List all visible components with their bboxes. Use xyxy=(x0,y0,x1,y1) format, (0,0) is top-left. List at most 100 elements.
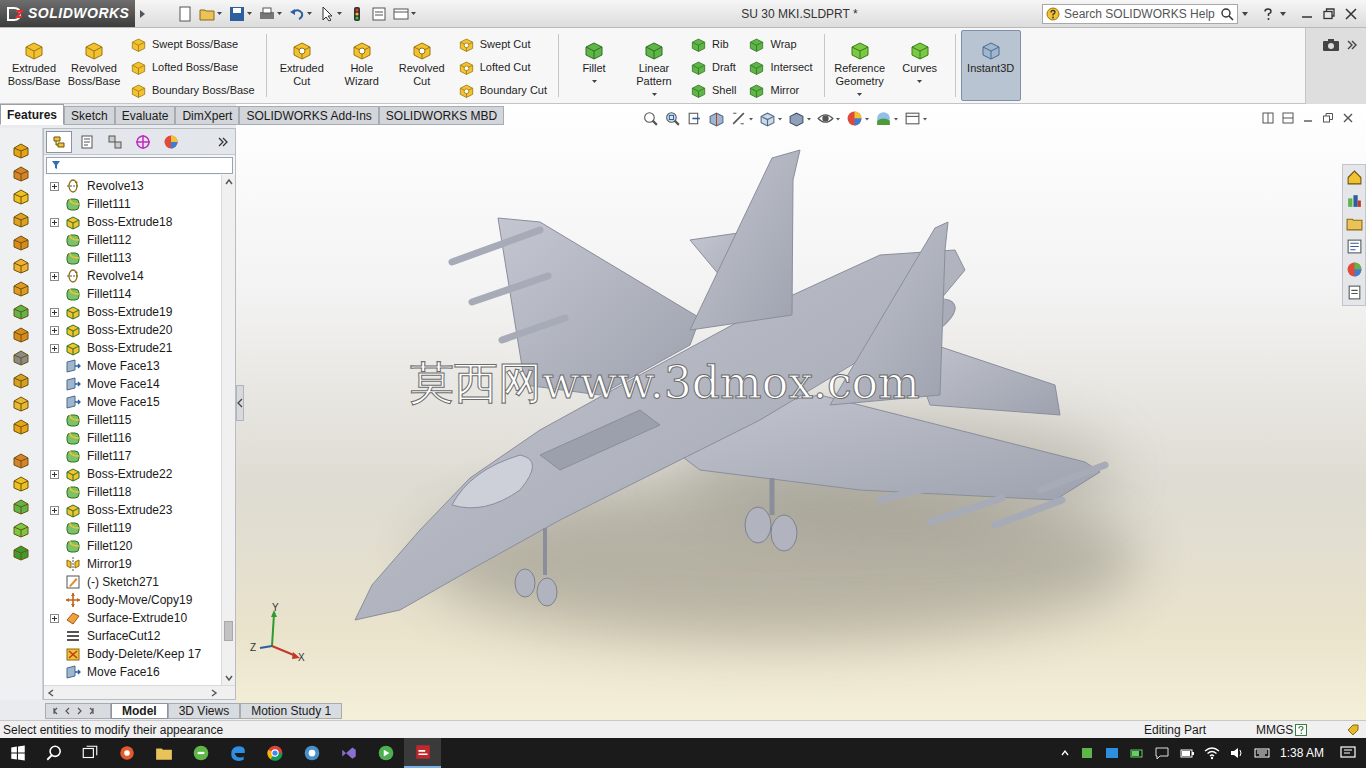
tray-battery-app-icon[interactable] xyxy=(1129,745,1145,761)
tree-item[interactable]: Fillet119 xyxy=(44,519,221,537)
shortcut-tool-icon[interactable] xyxy=(12,521,30,539)
file-properties-icon[interactable] xyxy=(371,6,387,22)
expand-toggle[interactable] xyxy=(50,344,59,353)
tree-item[interactable]: Fillet116 xyxy=(44,429,221,447)
home-icon[interactable] xyxy=(1346,169,1363,186)
doc-minimize-icon[interactable] xyxy=(1302,112,1314,124)
display-style-icon[interactable] xyxy=(788,110,805,127)
print-icon[interactable] xyxy=(259,6,275,22)
zoom-to-fit-icon[interactable] xyxy=(642,110,659,127)
view-settings-icon[interactable] xyxy=(904,110,921,127)
shortcut-tool-icon[interactable] xyxy=(12,372,30,390)
ribbon-button[interactable]: Fillet xyxy=(564,30,624,101)
ribbon-button[interactable]: Revolved Boss/Base xyxy=(64,30,124,101)
menu-arrow-icon[interactable] xyxy=(137,8,147,20)
tree-item[interactable]: (-) Sketch271 xyxy=(44,573,221,591)
tree-item[interactable]: Fillet113 xyxy=(44,249,221,267)
ribbon-small-button[interactable]: Lofted Boss/Base xyxy=(127,56,258,79)
wifi-icon[interactable] xyxy=(1204,745,1220,761)
tab-nav-arrow-icon[interactable] xyxy=(88,706,98,716)
search-dropdown-icon[interactable] xyxy=(1240,9,1250,19)
horizontal-scrollbar[interactable] xyxy=(44,685,235,699)
ribbon-small-button[interactable]: Boundary Cut xyxy=(455,79,550,102)
task-view-icon[interactable] xyxy=(81,744,99,762)
volume-icon[interactable] xyxy=(1229,745,1245,761)
appearances-icon[interactable] xyxy=(1346,261,1363,278)
expand-chevron-icon[interactable] xyxy=(1346,38,1358,52)
toolbar-dropdown-icon[interactable] xyxy=(246,10,253,17)
ribbon-small-button[interactable]: Wrap xyxy=(745,33,815,56)
shortcut-tool-icon[interactable] xyxy=(12,142,30,160)
dropdown-caret-icon[interactable] xyxy=(591,78,598,85)
tab-nav-arrow-icon[interactable] xyxy=(75,706,85,716)
ribbon-button[interactable]: Extruded Boss/Base xyxy=(4,30,64,101)
circle-app-icon[interactable] xyxy=(303,744,321,762)
aircraft-model[interactable] xyxy=(236,104,1366,720)
previous-view-icon[interactable] xyxy=(686,110,703,127)
command-tab[interactable]: DimXpert xyxy=(175,106,239,125)
tree-item[interactable]: Move Face15 xyxy=(44,393,221,411)
tree-item[interactable]: Boss-Extrude20 xyxy=(44,321,221,339)
command-tab[interactable]: Features xyxy=(0,104,64,125)
view-split-icon[interactable] xyxy=(1282,112,1294,124)
shortcut-tool-icon[interactable] xyxy=(12,475,30,493)
headsup-dropdown-icon[interactable] xyxy=(864,116,870,122)
custom-properties-icon[interactable] xyxy=(1346,284,1363,301)
tree-item[interactable]: Fillet111 xyxy=(44,195,221,213)
command-tab[interactable]: SOLIDWORKS Add-Ins xyxy=(239,106,378,125)
command-tab[interactable]: Sketch xyxy=(64,106,115,125)
tree-item[interactable]: Body-Move/Copy19 xyxy=(44,591,221,609)
visual-studio-icon[interactable] xyxy=(340,744,358,762)
tray-green-icon[interactable] xyxy=(1079,745,1095,761)
shortcut-tool-icon[interactable] xyxy=(12,303,30,321)
tab-nav-arrow-icon[interactable] xyxy=(62,706,72,716)
shortcut-tool-icon[interactable] xyxy=(12,257,30,275)
tree-item[interactable]: Fillet112 xyxy=(44,231,221,249)
ribbon-small-button[interactable]: Boundary Boss/Base xyxy=(127,79,258,102)
headsup-dropdown-icon[interactable] xyxy=(893,116,899,122)
scroll-up-icon[interactable] xyxy=(222,175,236,189)
doc-restore-icon[interactable] xyxy=(1322,112,1334,124)
command-tab[interactable]: SOLIDWORKS MBD xyxy=(379,106,504,125)
tray-chat-icon[interactable] xyxy=(1154,745,1170,761)
ribbon-button[interactable]: Linear Pattern xyxy=(624,30,684,101)
doc-close-icon[interactable] xyxy=(1342,112,1354,124)
save-icon[interactable] xyxy=(229,6,245,22)
scroll-left-icon[interactable] xyxy=(44,687,58,699)
keyboard-icon[interactable] xyxy=(1254,745,1270,761)
ribbon-small-button[interactable]: Swept Cut xyxy=(455,33,550,56)
media-app-icon[interactable] xyxy=(377,744,395,762)
feature-manager-icon[interactable] xyxy=(51,134,67,150)
edit-appearance-icon[interactable] xyxy=(846,110,863,127)
view-palette-icon[interactable] xyxy=(1346,238,1363,255)
shortcut-tool-icon[interactable] xyxy=(12,395,30,413)
expand-toggle[interactable] xyxy=(50,506,59,515)
ribbon-small-button[interactable]: Draft xyxy=(687,56,739,79)
tab-nav-arrow-icon[interactable] xyxy=(49,706,59,716)
design-library-icon[interactable] xyxy=(1346,192,1363,209)
scroll-down-icon[interactable] xyxy=(222,671,236,685)
scroll-right-icon[interactable] xyxy=(207,687,221,699)
file-explorer-app-icon[interactable] xyxy=(155,744,173,762)
display-manager-icon[interactable] xyxy=(163,134,179,150)
units-selector[interactable]: MMGS xyxy=(1256,721,1346,739)
apply-scene-icon[interactable] xyxy=(875,110,892,127)
new-document-icon[interactable] xyxy=(177,6,193,22)
expand-toggle[interactable] xyxy=(50,308,59,317)
ribbon-button[interactable]: Curves xyxy=(890,30,950,101)
minimize-icon[interactable] xyxy=(1300,7,1314,21)
shortcut-tool-icon[interactable] xyxy=(12,498,30,516)
ribbon-small-button[interactable]: Shell xyxy=(687,79,739,102)
scroll-track[interactable] xyxy=(222,189,235,671)
notifications-icon[interactable] xyxy=(1340,746,1356,760)
app-logo[interactable]: SOLIDWORKS xyxy=(0,0,135,27)
show-hidden-icons-icon[interactable] xyxy=(1060,748,1070,758)
tree-item[interactable]: Boss-Extrude19 xyxy=(44,303,221,321)
camera-icon[interactable] xyxy=(1322,38,1340,52)
shortcut-tool-icon[interactable] xyxy=(12,452,30,470)
section-view-icon[interactable] xyxy=(708,110,725,127)
tag-icon[interactable] xyxy=(1346,723,1360,737)
expand-toggle[interactable] xyxy=(50,326,59,335)
shortcut-tool-icon[interactable] xyxy=(12,234,30,252)
expand-toggle[interactable] xyxy=(50,272,59,281)
